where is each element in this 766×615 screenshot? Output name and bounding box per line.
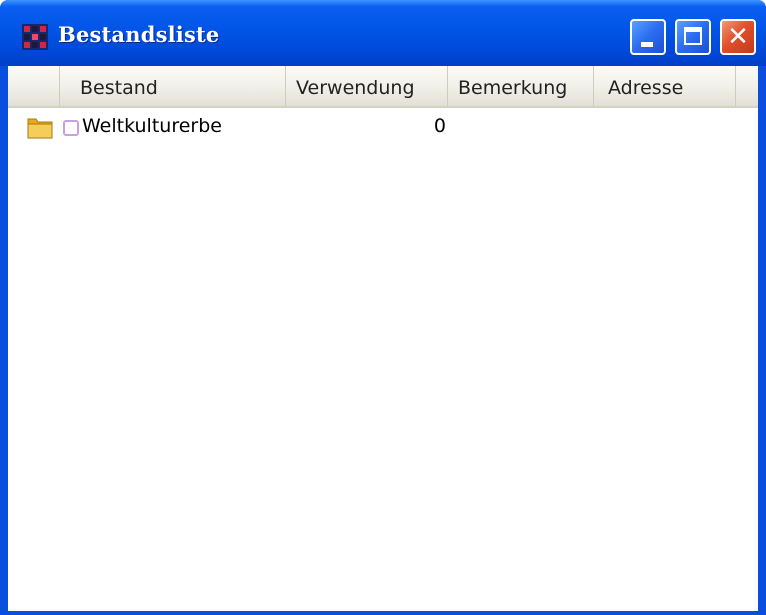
column-header-icon[interactable] [8,66,60,106]
window: Bestandsliste ✕ Bestand Verwendung Bemer… [0,0,766,615]
column-header-verwendung[interactable]: Verwendung [286,66,448,106]
column-header-bestand[interactable]: Bestand [60,66,286,106]
minimize-icon [641,42,653,47]
column-header: Bestand Verwendung Bemerkung Adresse [8,66,758,108]
window-title: Bestandsliste [58,22,220,47]
grid-app-icon [22,24,48,50]
list-view[interactable]: Bestand Verwendung Bemerkung Adresse Wel… [8,66,758,611]
checkbox-icon[interactable] [63,120,79,136]
cell-bestand: Weltkulturerbe [82,115,222,137]
column-header-bemerkung[interactable]: Bemerkung [448,66,594,106]
close-button[interactable]: ✕ [720,19,756,55]
column-header-adresse[interactable]: Adresse [594,66,736,106]
maximize-button[interactable] [675,19,711,55]
folder-icon [27,118,53,139]
maximize-icon [684,27,702,45]
minimize-button[interactable] [630,19,666,55]
table-row[interactable]: Weltkulturerbe 0 [8,112,758,142]
cell-verwendung: 0 [433,115,446,137]
title-bar[interactable]: Bestandsliste ✕ [0,0,766,66]
close-icon: ✕ [727,22,749,52]
